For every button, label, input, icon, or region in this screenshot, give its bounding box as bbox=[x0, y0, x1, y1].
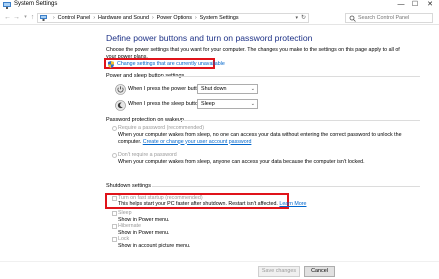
fast-startup-checkbox[interactable] bbox=[112, 196, 117, 201]
up-arrow-icon[interactable]: ↑ bbox=[28, 13, 37, 22]
search-box[interactable] bbox=[345, 13, 433, 23]
breadcrumb-item-hardware-and-sound[interactable]: Hardware and Sound bbox=[98, 15, 149, 21]
uac-shield-icon bbox=[108, 61, 114, 68]
sleep-checkbox[interactable] bbox=[112, 211, 117, 216]
hibernate-option-description: Show in Power menu. bbox=[118, 230, 170, 236]
title-bar: System Settings — ☐ ✕ bbox=[0, 0, 439, 11]
search-input[interactable] bbox=[358, 14, 430, 22]
system-settings-window: System Settings — ☐ ✕ ← → ▾ ↑ › Control P… bbox=[0, 0, 439, 279]
sleep-button-icon bbox=[115, 100, 126, 111]
section-title-shutdown-settings: Shutdown settings bbox=[106, 183, 151, 189]
breadcrumb-bar[interactable]: › Control Panel › Hardware and Sound › Power … bbox=[37, 13, 309, 23]
section-divider bbox=[180, 120, 420, 121]
lock-option-description: Show in account picture menu. bbox=[118, 243, 191, 249]
lock-checkbox[interactable] bbox=[112, 237, 117, 242]
hibernate-checkbox[interactable] bbox=[112, 224, 117, 229]
cancel-button[interactable]: Cancel bbox=[304, 266, 335, 277]
breadcrumb: › Control Panel › Hardware and Sound › Power … bbox=[50, 15, 239, 21]
fast-startup-description: This helps start your PC faster after sh… bbox=[118, 201, 418, 208]
require-password-description: When your computer wakes from sleep, no … bbox=[118, 132, 418, 145]
breadcrumb-item-system-settings[interactable]: System Settings bbox=[200, 15, 239, 21]
save-changes-button[interactable]: Save changes bbox=[258, 266, 300, 277]
breadcrumb-item-control-panel[interactable]: Control Panel bbox=[58, 15, 91, 21]
section-divider bbox=[160, 76, 420, 77]
breadcrumb-separator-icon: › bbox=[151, 15, 154, 21]
fast-startup-description-text: This helps start your PC faster after sh… bbox=[118, 201, 278, 207]
breadcrumb-item-power-options[interactable]: Power Options bbox=[157, 15, 192, 21]
close-button[interactable]: ✕ bbox=[423, 0, 437, 10]
require-password-label: Require a password (recommended) bbox=[118, 125, 204, 131]
power-button-action-select[interactable]: Shut down ⌄ bbox=[197, 84, 258, 94]
refresh-icon[interactable]: ↻ bbox=[301, 14, 306, 21]
chevron-down-icon: ⌄ bbox=[250, 86, 255, 92]
sleep-button-action-select[interactable]: Sleep ⌄ bbox=[197, 99, 258, 109]
require-password-radio[interactable] bbox=[112, 126, 117, 131]
hibernate-option-label: Hibernate bbox=[118, 223, 141, 229]
page-title: Define power buttons and turn on passwor… bbox=[106, 33, 313, 43]
sleep-button-label: When I press the sleep button: bbox=[128, 101, 203, 107]
footer-divider bbox=[0, 261, 439, 262]
create-password-link[interactable]: Create or change your user account passw… bbox=[143, 139, 252, 145]
sleep-option-description: Show in Power menu. bbox=[118, 217, 170, 223]
forward-arrow-icon[interactable]: → bbox=[12, 13, 21, 22]
breadcrumb-separator-icon: › bbox=[195, 15, 197, 21]
address-dropdown-chevron-icon[interactable]: ▾ bbox=[295, 15, 298, 21]
change-settings-highlight: Change settings that are currently unava… bbox=[104, 58, 225, 69]
back-arrow-icon[interactable]: ← bbox=[3, 13, 12, 22]
learn-more-link[interactable]: Learn More bbox=[279, 201, 306, 207]
control-panel-icon bbox=[3, 2, 11, 9]
lock-option-label: Lock bbox=[118, 236, 130, 242]
chevron-down-icon: ⌄ bbox=[250, 101, 255, 107]
window-title: System Settings bbox=[14, 1, 58, 7]
dont-require-password-description: When your computer wakes from sleep, any… bbox=[118, 159, 365, 165]
dont-require-password-radio[interactable] bbox=[112, 153, 117, 158]
dont-require-password-label: Don't require a password bbox=[118, 152, 177, 158]
section-title-password-protection: Password protection on wakeup bbox=[106, 117, 184, 123]
maximize-button[interactable]: ☐ bbox=[408, 0, 422, 10]
power-button-action-value: Shut down bbox=[201, 86, 227, 92]
breadcrumb-separator-icon: › bbox=[53, 15, 55, 21]
power-button-label: When I press the power button: bbox=[128, 86, 205, 92]
change-settings-link[interactable]: Change settings that are currently unava… bbox=[117, 61, 225, 67]
minimize-button[interactable]: — bbox=[394, 0, 408, 10]
sleep-button-action-value: Sleep bbox=[201, 101, 215, 107]
address-bar: ← → ▾ ↑ › Control Panel › Hardware and Soun… bbox=[0, 11, 439, 25]
main-content: Define power buttons and turn on passwor… bbox=[0, 26, 439, 279]
sleep-option-label: Sleep bbox=[118, 210, 132, 216]
power-button-icon bbox=[115, 84, 126, 95]
search-icon bbox=[349, 15, 356, 22]
control-panel-icon bbox=[40, 15, 47, 21]
section-divider bbox=[152, 186, 420, 187]
breadcrumb-separator-icon: › bbox=[93, 15, 96, 21]
